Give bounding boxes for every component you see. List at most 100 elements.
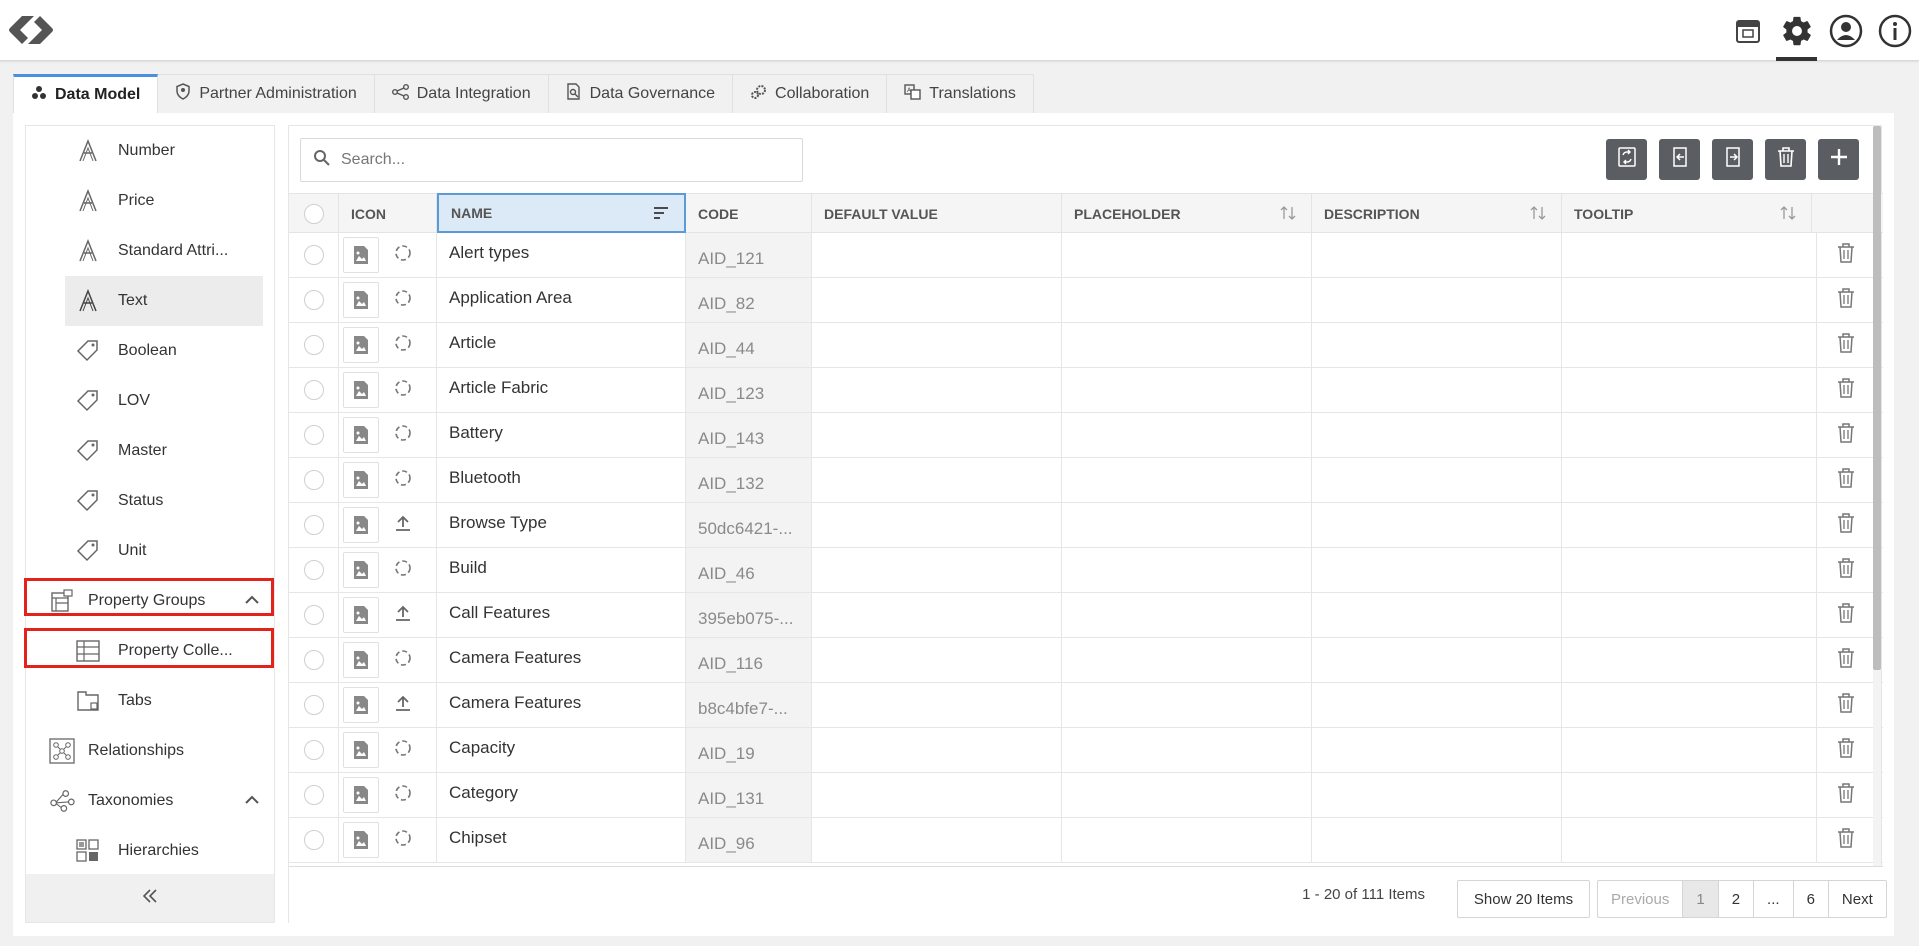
search-box[interactable] [300, 138, 803, 182]
row-placeholder[interactable] [1062, 503, 1312, 547]
select-all-checkbox[interactable] [303, 203, 324, 224]
row-default-value[interactable] [812, 323, 1062, 367]
row-tooltip[interactable] [1562, 413, 1817, 457]
row-tooltip[interactable] [1562, 503, 1817, 547]
row-placeholder[interactable] [1062, 728, 1312, 772]
row-description[interactable] [1312, 728, 1562, 772]
column-header-default-value[interactable]: DEFAULT VALUE [812, 194, 1062, 233]
row-default-value[interactable] [812, 773, 1062, 817]
trash-icon[interactable] [1837, 692, 1855, 718]
column-header-placeholder[interactable]: PLACEHOLDER [1062, 194, 1312, 233]
row-default-value[interactable] [812, 368, 1062, 412]
row-placeholder[interactable] [1062, 368, 1312, 412]
row-description[interactable] [1312, 548, 1562, 592]
row-description[interactable] [1312, 503, 1562, 547]
row-placeholder[interactable] [1062, 818, 1312, 862]
sidebar-item-hierarchies[interactable]: Hierarchies [26, 826, 274, 876]
row-checkbox[interactable] [303, 380, 324, 400]
trash-icon[interactable] [1837, 332, 1855, 358]
row-placeholder[interactable] [1062, 683, 1312, 727]
row-checkbox[interactable] [303, 515, 324, 535]
table-row[interactable]: Call Features 395eb075-... [289, 593, 1883, 638]
upload-icon[interactable] [393, 693, 413, 718]
trash-icon[interactable] [1837, 647, 1855, 673]
row-default-value[interactable] [812, 683, 1062, 727]
sync-icon[interactable] [393, 423, 413, 448]
row-checkbox[interactable] [303, 785, 324, 805]
scrollbar-thumb[interactable] [1873, 126, 1881, 670]
page-button-2[interactable]: 2 [1719, 881, 1755, 917]
trash-icon[interactable] [1837, 782, 1855, 808]
image-icon[interactable] [343, 462, 379, 498]
image-icon[interactable] [343, 327, 379, 363]
image-icon[interactable] [343, 687, 379, 723]
row-tooltip[interactable] [1562, 278, 1817, 322]
gear-icon[interactable] [1772, 0, 1821, 61]
tab-translations[interactable]: A Translations [887, 74, 1034, 113]
sidebar-item-lov[interactable]: LOV [26, 376, 274, 426]
row-default-value[interactable] [812, 458, 1062, 502]
row-description[interactable] [1312, 323, 1562, 367]
sidebar-item-price[interactable]: Price [26, 176, 274, 226]
delete-button[interactable] [1765, 139, 1806, 180]
chevron-up-icon[interactable] [244, 792, 260, 813]
image-icon[interactable] [343, 237, 379, 273]
image-icon[interactable] [343, 507, 379, 543]
row-default-value[interactable] [812, 728, 1062, 772]
row-description[interactable] [1312, 278, 1562, 322]
sync-icon[interactable] [393, 738, 413, 763]
image-icon[interactable] [343, 372, 379, 408]
next-page-button[interactable]: Next [1829, 881, 1886, 917]
sidebar-item-number[interactable]: Number [26, 126, 274, 176]
sync-icon[interactable] [393, 288, 413, 313]
sidebar-item-relationships[interactable]: Relationships [26, 726, 274, 776]
sidebar-item-master[interactable]: Master [26, 426, 274, 476]
sync-icon[interactable] [393, 783, 413, 808]
trash-icon[interactable] [1837, 467, 1855, 493]
column-header-description[interactable]: DESCRIPTION [1312, 194, 1562, 233]
sidebar-item-boolean[interactable]: Boolean [26, 326, 274, 376]
row-default-value[interactable] [812, 818, 1062, 862]
sync-icon[interactable] [393, 378, 413, 403]
row-checkbox[interactable] [303, 470, 324, 490]
column-header-code[interactable]: CODE [686, 194, 812, 233]
row-description[interactable] [1312, 773, 1562, 817]
row-description[interactable] [1312, 458, 1562, 502]
table-row[interactable]: Build AID_46 [289, 548, 1883, 593]
image-icon[interactable] [343, 282, 379, 318]
user-icon[interactable] [1821, 0, 1870, 61]
sort-icon[interactable] [1529, 205, 1547, 224]
row-placeholder[interactable] [1062, 773, 1312, 817]
table-row[interactable]: Article AID_44 [289, 323, 1883, 368]
image-icon[interactable] [343, 597, 379, 633]
row-checkbox[interactable] [303, 830, 324, 850]
trash-icon[interactable] [1837, 242, 1855, 268]
tab-collaboration[interactable]: Collaboration [733, 74, 888, 113]
trash-icon[interactable] [1837, 287, 1855, 313]
sync-icon[interactable] [393, 648, 413, 673]
row-tooltip[interactable] [1562, 548, 1817, 592]
row-placeholder[interactable] [1062, 458, 1312, 502]
export-button[interactable] [1712, 139, 1753, 180]
import-button[interactable] [1659, 139, 1700, 180]
page-button-6[interactable]: 6 [1794, 881, 1829, 917]
column-header-name[interactable]: NAME [437, 193, 686, 233]
sync-icon[interactable] [393, 558, 413, 583]
sync-icon[interactable] [393, 333, 413, 358]
table-row[interactable]: Alert types AID_121 [289, 233, 1883, 278]
sort-icon[interactable] [652, 206, 670, 223]
table-row[interactable]: Bluetooth AID_132 [289, 458, 1883, 503]
tab-data-integration[interactable]: Data Integration [374, 74, 549, 113]
sidebar-item-unit[interactable]: Unit [26, 526, 274, 576]
row-placeholder[interactable] [1062, 638, 1312, 682]
row-checkbox[interactable] [303, 425, 324, 445]
row-checkbox[interactable] [303, 605, 324, 625]
table-row[interactable]: Camera Features b8c4bfe7-... [289, 683, 1883, 728]
row-description[interactable] [1312, 413, 1562, 457]
row-tooltip[interactable] [1562, 728, 1817, 772]
row-placeholder[interactable] [1062, 233, 1312, 277]
row-description[interactable] [1312, 818, 1562, 862]
sync-icon[interactable] [393, 243, 413, 268]
sidebar-item-tabs[interactable]: Tabs [26, 676, 274, 726]
row-tooltip[interactable] [1562, 818, 1817, 862]
